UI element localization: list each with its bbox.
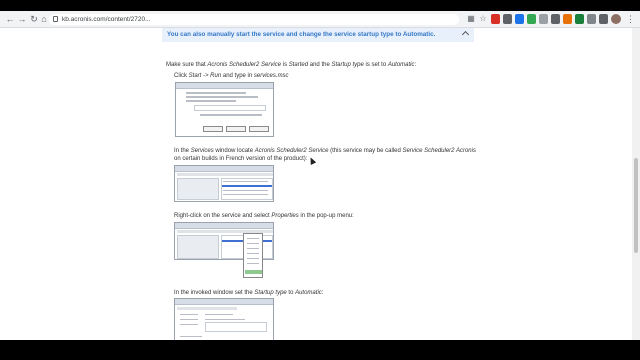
run-dialog-screenshot (175, 82, 274, 137)
context-menu-popup (243, 233, 263, 278)
mouse-cursor (307, 156, 317, 165)
intro-text: : (414, 62, 417, 68)
step-text: in the pop-up menu: (298, 213, 354, 219)
step-text: (this service may be called (328, 148, 403, 154)
step-text: on certain builds in French version of t… (174, 156, 308, 162)
extension-blue-icon[interactable] (515, 14, 524, 24)
extension-dark-icon[interactable] (503, 14, 512, 24)
step-emphasis: Startup type (254, 290, 287, 296)
step-text: Right-click on the service and select (174, 213, 272, 219)
step-2-text-line-2: on certain builds in French version of t… (174, 155, 307, 163)
services-window-screenshot (174, 165, 274, 202)
expandable-banner[interactable]: You can also manually start the service … (162, 28, 474, 42)
step-4-text: In the invoked window set the Startup ty… (174, 289, 323, 297)
extension-gray-icon[interactable] (539, 14, 548, 24)
profile-avatar[interactable] (611, 14, 621, 24)
step-text: window locate (213, 148, 255, 154)
banner-text: You can also manually start the service … (167, 31, 436, 38)
bookmark-star-icon[interactable]: ☆ (478, 13, 488, 25)
step-1-text: Click Start -> Run and type in services.… (174, 72, 289, 80)
step-text: In the (174, 148, 191, 154)
extension-green-icon[interactable] (527, 14, 536, 24)
page-content: You can also manually start the service … (0, 28, 640, 340)
step-emphasis: services.msc (253, 73, 289, 79)
extension-camera-icon[interactable] (551, 14, 560, 24)
step-emphasis: Properties (271, 213, 299, 219)
page-scrollbar[interactable] (632, 28, 640, 340)
step-text: Click (174, 73, 189, 79)
address-bar[interactable]: kb.acronis.com/content/2720... (49, 14, 459, 25)
intro-text: and the (308, 62, 332, 68)
extension-orange-icon[interactable] (563, 14, 572, 24)
chevron-up-icon[interactable] (461, 30, 470, 39)
translate-icon[interactable]: ▦ (466, 13, 476, 25)
browser-menu-icon[interactable]: ⋮ (626, 13, 635, 25)
intro-startup-type: Startup type (331, 62, 364, 68)
step-text: and type in (221, 73, 254, 79)
lock-icon (53, 16, 58, 22)
screen-bottom-bar (0, 340, 640, 360)
screen-top-bar (0, 0, 640, 11)
scrollbar-thumb[interactable] (634, 158, 638, 253)
step-2-text: In the Services window locate Acronis Sc… (174, 147, 476, 155)
intro-automatic: Automatic (387, 62, 415, 68)
step-emphasis: Start -> Run (188, 73, 222, 79)
extension-puzzle-icon[interactable] (587, 14, 596, 24)
intro-text: is (281, 62, 289, 68)
extension-active-icon[interactable] (575, 14, 584, 24)
step-emphasis: Service Scheduler2 Acronis (402, 148, 476, 154)
address-bar-url: kb.acronis.com/content/2720... (62, 16, 151, 23)
intro-service-name: Acronis Scheduler2 Service (207, 62, 282, 68)
step-text: : (321, 290, 324, 296)
extension-menu-icon[interactable] (599, 14, 608, 24)
step-emphasis: Automatic (295, 290, 322, 296)
step-text: In the invoked window set the (174, 290, 255, 296)
step-3-text: Right-click on the service and select Pr… (174, 212, 354, 220)
intro-text: Make sure that (166, 62, 208, 68)
forward-icon[interactable]: → (16, 13, 28, 25)
intro-paragraph: Make sure that Acronis Scheduler2 Servic… (166, 61, 416, 69)
intro-status: Started (288, 62, 309, 68)
extension-red-icon[interactable] (491, 14, 500, 24)
step-emphasis: Acronis Scheduler2 Service (254, 148, 329, 154)
browser-toolbar: ← → ↻ ⌂ kb.acronis.com/content/2720... ▦… (0, 11, 640, 28)
back-icon[interactable]: ← (4, 13, 16, 25)
step-emphasis: Services (190, 148, 214, 154)
properties-window-screenshot (174, 298, 274, 340)
intro-text: is set to (363, 62, 388, 68)
step-text: to (286, 290, 296, 296)
